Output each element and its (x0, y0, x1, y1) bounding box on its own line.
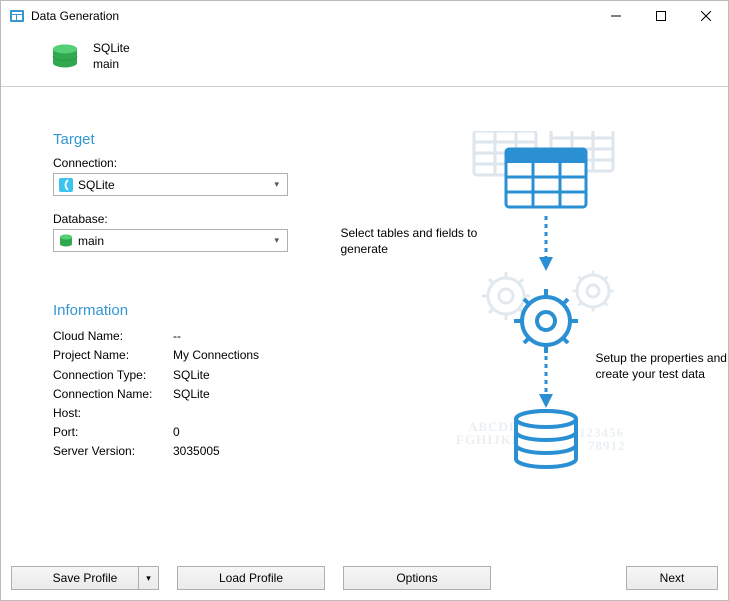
app-icon (9, 8, 25, 24)
info-row: Server Version:3035005 (53, 442, 353, 461)
connection-label: Connection: (53, 156, 353, 170)
header-strip: SQLite main (1, 31, 728, 87)
minimize-button[interactable] (593, 1, 638, 31)
load-profile-button[interactable]: Load Profile (177, 566, 325, 590)
next-button[interactable]: Next (626, 566, 718, 590)
wizard-diagram: ABCDE FGHIJKL 123456 78912 Select tables… (396, 131, 656, 538)
chevron-down-icon: ▾ (270, 235, 283, 246)
close-button[interactable] (683, 1, 728, 31)
window-title: Data Generation (31, 9, 593, 23)
header-line1: SQLite (93, 41, 130, 57)
database-small-icon (58, 233, 74, 249)
connection-value: SQLite (78, 178, 270, 192)
maximize-icon (656, 11, 666, 21)
save-profile-dropdown[interactable]: ▾ (138, 567, 158, 589)
info-row: Host: (53, 404, 353, 423)
close-icon (701, 11, 711, 21)
info-row: Project Name:My Connections (53, 346, 353, 365)
info-row: Connection Type:SQLite (53, 366, 353, 385)
database-icon (51, 44, 79, 70)
database-combo[interactable]: main ▾ (53, 229, 288, 252)
database-value: main (78, 234, 270, 248)
diagram-caption-2: Setup the properties and create your tes… (596, 351, 729, 382)
database-label: Database: (53, 212, 353, 226)
minimize-icon (611, 11, 621, 21)
save-profile-button[interactable]: Save Profile ▾ (11, 566, 159, 590)
target-heading: Target (53, 131, 353, 148)
info-heading: Information (53, 302, 353, 319)
info-row: Port:0 (53, 423, 353, 442)
svg-text:78912: 78912 (588, 438, 626, 453)
header-line2: main (93, 57, 130, 73)
info-row: Cloud Name:-- (53, 327, 353, 346)
diagram-caption-1: Select tables and fields to generate (341, 226, 501, 257)
chevron-down-icon: ▾ (270, 179, 283, 190)
content: Target Connection: SQLite ▾ Database: ma… (1, 87, 728, 558)
sqlite-icon (58, 177, 74, 193)
options-button[interactable]: Options (343, 566, 491, 590)
maximize-button[interactable] (638, 1, 683, 31)
connection-combo[interactable]: SQLite ▾ (53, 173, 288, 196)
titlebar: Data Generation (1, 1, 728, 31)
footer: Save Profile ▾ Load Profile Options Next (1, 558, 728, 600)
svg-text:FGHIJKL: FGHIJKL (456, 432, 522, 447)
info-row: Connection Name:SQLite (53, 385, 353, 404)
